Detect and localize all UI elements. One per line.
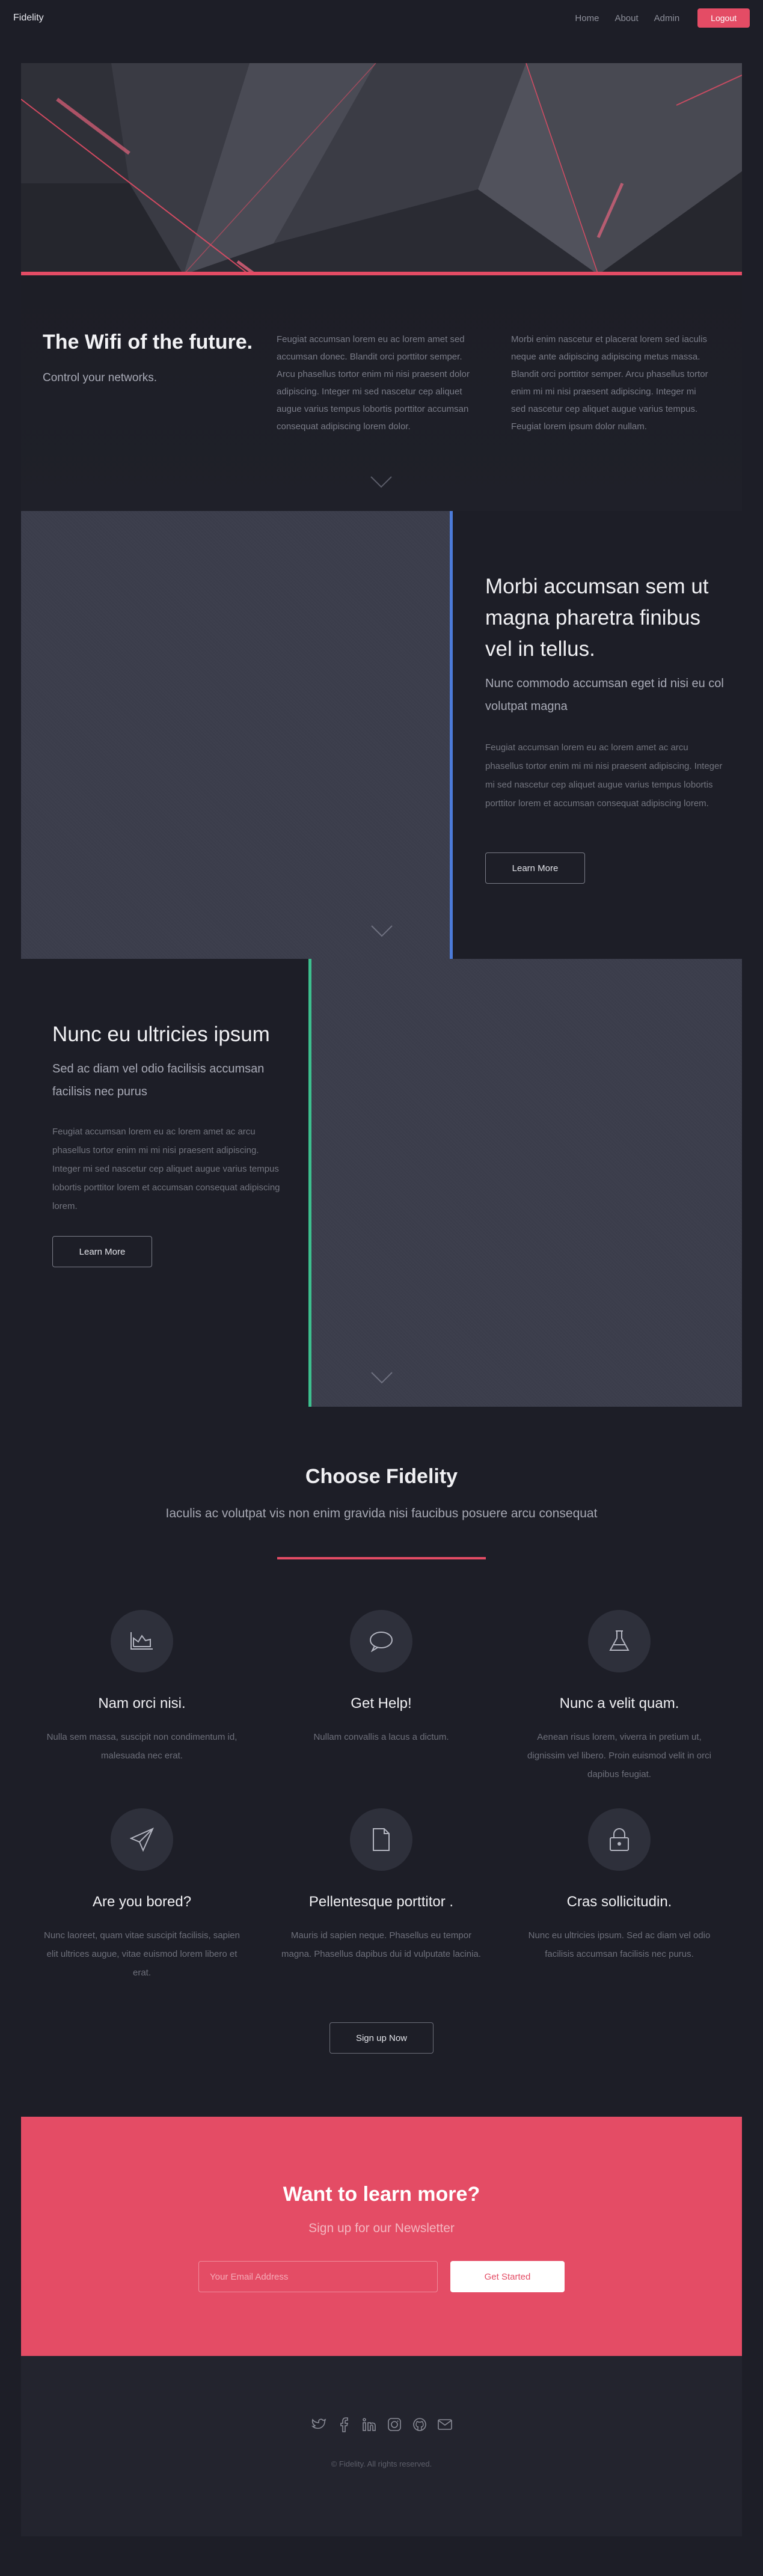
- feature-item: Get Help! Nullam convallis a lacus a dic…: [279, 1610, 483, 1746]
- feature-item: Pellentesque porttitor . Mauris id sapie…: [279, 1808, 483, 1963]
- learn-more-button[interactable]: Learn More: [485, 852, 585, 884]
- social-links: [21, 2416, 742, 2433]
- panel-image: [21, 511, 451, 959]
- nav-home-link[interactable]: Home: [575, 13, 599, 23]
- panel-body-text: Feugiat accumsan lorem eu ac lorem amet …: [485, 742, 723, 809]
- panel-lead: Sed ac diam vel odio facilisis accumsan …: [52, 1062, 265, 1098]
- newsletter-title: Want to learn more?: [283, 2183, 480, 2206]
- feature-item: Cras sollicitudin. Nunc eu ultricies ips…: [517, 1808, 722, 1963]
- nav-admin-link[interactable]: Admin: [654, 13, 680, 23]
- twitter-icon[interactable]: [310, 2416, 327, 2433]
- panel-lead: Nunc commodo accumsan eget id nisi eu co…: [485, 677, 724, 713]
- instagram-icon[interactable]: [386, 2416, 403, 2433]
- feature-item: Are you bored? Nunc laoreet, quam vitae …: [40, 1808, 244, 1982]
- email-icon[interactable]: [437, 2416, 453, 2433]
- abstract-polygon-graphic: [21, 63, 742, 275]
- panel-body-text: Feugiat accumsan lorem eu ac lorem amet …: [52, 1127, 280, 1211]
- flask-icon: [588, 1610, 651, 1672]
- linkedin-icon[interactable]: [361, 2416, 378, 2433]
- panel-title: Morbi accumsan sem ut magna pharetra fin…: [485, 575, 709, 661]
- speech-bubble-icon: [350, 1610, 412, 1672]
- copyright-text: © Fidelity. All rights reserved.: [331, 2459, 432, 2468]
- feature-item: Nam orci nisi. Nulla sem massa, suscipit…: [40, 1610, 244, 1765]
- feature-panel-2: Nunc eu ultricies ipsum Sed ac diam vel …: [21, 959, 742, 1407]
- feature-text: Aenean risus lorem, viverra in pretium u…: [527, 1732, 711, 1779]
- email-input[interactable]: [198, 2261, 438, 2292]
- feature-title: Nunc a velit quam.: [559, 1695, 679, 1712]
- intro-title: The Wifi of the future.: [43, 331, 253, 353]
- panel-accent-bar: [450, 511, 453, 959]
- learn-more-button[interactable]: Learn More: [52, 1236, 152, 1267]
- document-icon: [350, 1808, 412, 1871]
- hero-banner-image: [21, 63, 742, 275]
- feature-title: Get Help!: [351, 1695, 412, 1712]
- panel-title: Nunc eu ultricies ipsum: [52, 1023, 270, 1046]
- main-nav: Home About Admin Logout: [575, 8, 750, 28]
- newsletter-subtitle: Sign up for our Newsletter: [308, 2221, 455, 2235]
- newsletter-section: Want to learn more? Sign up for our News…: [21, 2117, 742, 2356]
- logout-button[interactable]: Logout: [697, 8, 750, 28]
- feature-title: Cras sollicitudin.: [566, 1894, 672, 1910]
- intro-paragraph-2: Morbi enim nascetur et placerat lorem se…: [511, 334, 708, 432]
- github-icon[interactable]: [411, 2416, 428, 2433]
- footer: © Fidelity. All rights reserved.: [21, 2356, 742, 2536]
- panel-image: [311, 959, 742, 1407]
- feature-title: Are you bored?: [92, 1894, 192, 1910]
- top-navbar: Fidelity Home About Admin Logout: [0, 0, 763, 36]
- feature-text: Mauris id sapien neque. Phasellus eu tem…: [281, 1930, 481, 1959]
- chevron-down-icon[interactable]: [370, 925, 393, 938]
- nav-about-link[interactable]: About: [614, 13, 638, 23]
- choose-divider: [277, 1557, 486, 1559]
- feature-panel-1: Morbi accumsan sem ut magna pharetra fin…: [21, 511, 742, 959]
- choose-title: Choose Fidelity: [305, 1465, 458, 1488]
- brand-logo[interactable]: Fidelity: [13, 13, 44, 23]
- feature-text: Nunc eu ultricies ipsum. Sed ac diam vel…: [528, 1930, 711, 1959]
- facebook-icon[interactable]: [336, 2416, 352, 2433]
- feature-item: Nunc a velit quam. Aenean risus lorem, v…: [517, 1610, 722, 1784]
- get-started-button[interactable]: Get Started: [450, 2261, 565, 2292]
- feature-title: Pellentesque porttitor .: [308, 1894, 454, 1910]
- lock-icon: [588, 1808, 651, 1871]
- intro-subtitle: Control your networks.: [43, 372, 158, 384]
- area-chart-icon: [111, 1610, 173, 1672]
- intro-paragraph-1: Feugiat accumsan lorem eu ac lorem amet …: [277, 334, 470, 432]
- feature-text: Nunc laoreet, quam vitae suscipit facili…: [44, 1930, 240, 1978]
- choose-subtitle: Iaculis ac volutpat vis non enim gravida…: [165, 1507, 598, 1520]
- chevron-down-icon[interactable]: [370, 476, 393, 489]
- feature-title: Nam orci nisi.: [98, 1695, 186, 1712]
- chevron-down-icon[interactable]: [370, 1371, 393, 1384]
- feature-text: Nullam convallis a lacus a dictum.: [313, 1732, 449, 1742]
- sign-up-button[interactable]: Sign up Now: [329, 2022, 434, 2054]
- intro-section: The Wifi of the future. Control your net…: [21, 275, 742, 511]
- feature-text: Nulla sem massa, suscipit non condimentu…: [46, 1732, 237, 1761]
- paper-plane-icon: [111, 1808, 173, 1871]
